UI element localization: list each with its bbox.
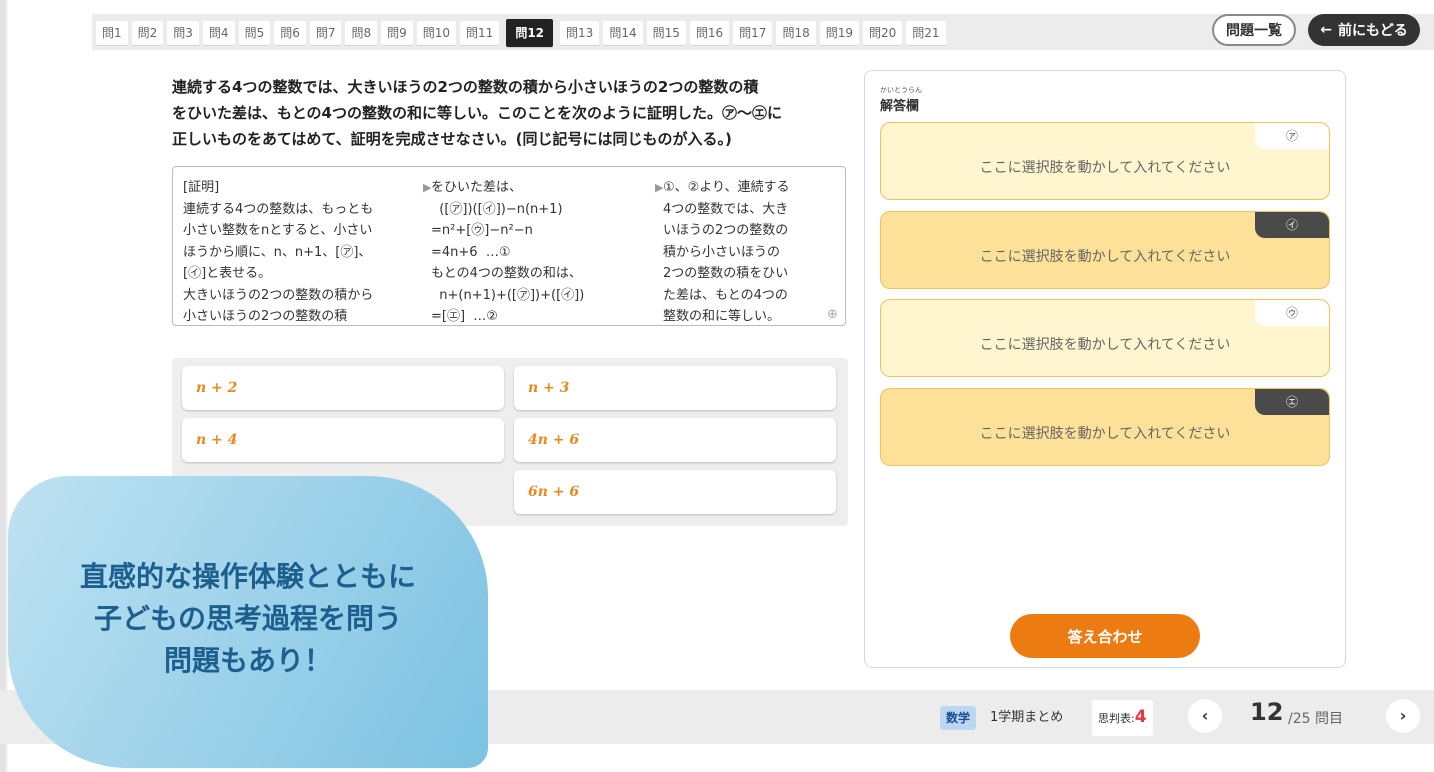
choice-card[interactable]: n + 4 [182,418,504,462]
slot-placeholder: ここに選択肢を動かして入れてください [979,249,1231,265]
tab-question-11[interactable]: 問11 [460,21,500,45]
answer-slot-i[interactable]: ㋑ ここに選択肢を動かして入れてください [880,211,1330,289]
tab-question-14[interactable]: 問14 [603,21,643,45]
criteria-label: 思判表: [1098,712,1135,725]
proof-box[interactable]: [証明] 連続する4つの整数は、もっとも 小さい整数をnとすると、小さい ほうか… [172,166,846,326]
question-line-1: 連続する4つの整数では、大きいほうの2つの整数の積から小さいほうの2つの整数の積 [172,78,759,96]
slot-tag: ㋐ [1255,123,1329,149]
slot-tag: ㋒ [1255,300,1329,326]
arrow-left-icon: ← [1320,22,1332,38]
answer-panel-title: 解答欄 [880,99,920,114]
answer-slot-u[interactable]: ㋒ ここに選択肢を動かして入れてください [880,299,1330,377]
check-answer-label: 答え合わせ [1067,627,1143,646]
tab-question-20[interactable]: 問20 [863,21,903,45]
check-answer-button[interactable]: 答え合わせ [1010,614,1200,658]
question-line-3: 正しいものをあてはめて、証明を完成させなさい。(同じ記号には同じものが入る。) [172,130,732,148]
criteria-badge: 思判表:4 [1092,700,1153,736]
proof-column-3: ①、②より、連続する 4つの整数では、大き いほうの2つの整数の 積から小さいほ… [663,180,790,324]
promo-text: 直感的な操作体験とともに 子どもの思考過程を問う 問題もあり！ [8,556,488,682]
tab-question-3[interactable]: 問3 [167,21,199,45]
tab-question-21[interactable]: 問21 [906,21,946,45]
answer-slot-e[interactable]: ㋓ ここに選択肢を動かして入れてください [880,388,1330,466]
tab-question-1[interactable]: 問1 [96,21,128,45]
slot-placeholder: ここに選択肢を動かして入れてください [979,160,1231,176]
question-list-label: 問題一覧 [1226,23,1282,39]
tab-question-5[interactable]: 問5 [238,21,271,45]
tab-question-19[interactable]: 問19 [819,21,859,45]
criteria-value: 4 [1134,707,1147,727]
slot-tag: ㋑ [1255,212,1329,238]
tab-question-18[interactable]: 問18 [776,21,816,45]
slot-placeholder: ここに選択肢を動かして入れてください [979,337,1231,353]
answer-slot-a[interactable]: ㋐ ここに選択肢を動かして入れてください [880,122,1330,200]
tab-question-17[interactable]: 問17 [733,21,773,45]
back-button-label: 前にもどる [1338,23,1408,39]
tab-question-2[interactable]: 問2 [131,21,164,45]
tab-question-4[interactable]: 問4 [202,21,235,45]
slot-placeholder: ここに選択肢を動かして入れてください [979,426,1231,442]
choice-card[interactable]: 6n + 6 [514,470,836,514]
next-question-button[interactable]: › [1386,699,1420,733]
tab-question-9[interactable]: 問9 [381,21,413,45]
back-button[interactable]: ← 前にもどる [1308,14,1420,46]
prev-question-button[interactable]: ‹ [1188,699,1222,733]
promo-line-3: 問題もあり！ [163,644,332,677]
question-list-button[interactable]: 問題一覧 [1212,14,1296,46]
proof-column-1: [証明] 連続する4つの整数は、もっとも 小さい整数をnとすると、小さい ほうか… [183,180,374,324]
unit-label: 1学期まとめ [990,710,1064,725]
tab-question-16[interactable]: 問16 [689,21,730,45]
tab-question-12[interactable]: 問12 [506,19,554,47]
question-tabs: 問1 問2 問3 問4 問5 問6 問7 問8 問9 問10 問11 問12 問13 問14 問15 問16 問… [96,19,946,47]
chevron-left-icon: ‹ [1201,706,1209,725]
zoom-icon[interactable]: ⊕ [827,307,838,322]
promo-line-2: 子どもの思考過程を問う [93,602,402,635]
current-page: 12 [1250,698,1284,726]
choice-card[interactable]: n + 3 [514,366,836,410]
tab-question-15[interactable]: 問15 [646,21,686,45]
answer-title-ruby: かいとうらん [880,86,922,94]
promo-line-1: 直感的な操作体験とともに [79,560,416,593]
subject-badge: 数学 [940,706,977,730]
slot-tag: ㋓ [1255,389,1329,415]
tab-question-10[interactable]: 問10 [416,21,457,45]
choice-card[interactable]: n + 2 [182,366,504,410]
tab-question-13[interactable]: 問13 [560,21,600,45]
question-text: 連続する4つの整数では、大きいほうの2つの整数の積から小さいほうの2つの整数の積… [172,74,852,152]
question-line-2: をひいた差は、もとの4つの整数の和に等しい。このことを次のように証明した。㋐〜㋓… [172,104,782,122]
choice-card[interactable]: 4n + 6 [514,418,836,462]
total-pages: /25 問目 [1288,711,1343,727]
tab-question-7[interactable]: 問7 [309,21,342,45]
tab-question-6[interactable]: 問6 [274,21,306,45]
chevron-right-icon: › [1399,706,1407,725]
proof-column-2: をひいた差は、 ([㋐])([㋑])−n(n+1) =n²+[㋒]−n²−n =… [431,180,585,324]
tab-question-8[interactable]: 問8 [345,21,378,45]
